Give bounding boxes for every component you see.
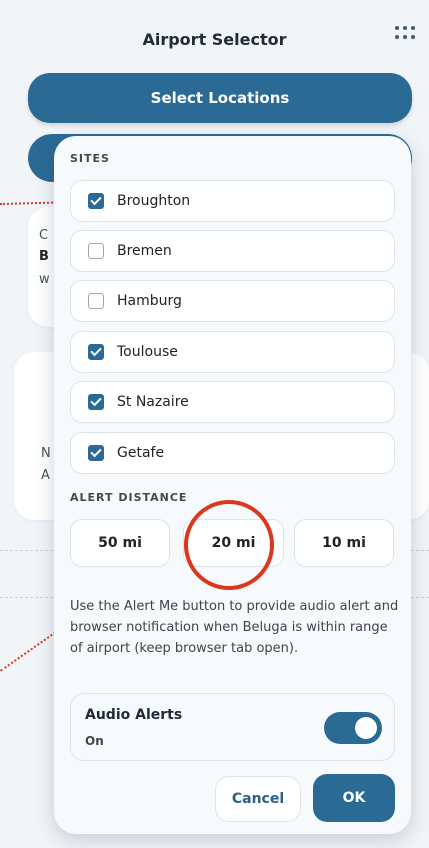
site-label: Hamburg [117, 293, 182, 309]
audio-alerts-title: Audio Alerts [85, 707, 183, 723]
select-locations-button[interactable]: Select Locations [28, 73, 412, 123]
checkbox-checked-icon[interactable] [88, 193, 104, 209]
site-bremen[interactable]: Bremen [70, 230, 395, 272]
distance-option-50mi[interactable]: 50 mi [70, 519, 170, 567]
site-label: Toulouse [117, 344, 178, 360]
audio-alerts-toggle[interactable] [324, 712, 382, 744]
alert-help-text: Use the Alert Me button to provide audio… [70, 599, 399, 656]
peek-text: A [41, 468, 50, 483]
more-options-icon[interactable] [395, 26, 417, 40]
distance-option-10mi[interactable]: 10 mi [294, 519, 394, 567]
site-getafe[interactable]: Getafe [70, 432, 395, 474]
site-label: Getafe [117, 445, 165, 461]
sites-section-label: SITES [70, 152, 110, 165]
checkbox-checked-icon[interactable] [88, 445, 104, 461]
checkbox-unchecked-icon[interactable] [88, 293, 104, 309]
site-broughton[interactable]: Broughton [70, 180, 395, 222]
page-title: Airport Selector [142, 30, 287, 49]
alert-distance-label: ALERT DISTANCE [70, 491, 188, 504]
checkbox-checked-icon[interactable] [88, 394, 104, 410]
highlight-circle-annotation [184, 500, 274, 590]
cancel-button[interactable]: Cancel [215, 776, 301, 822]
site-toulouse[interactable]: Toulouse [70, 331, 395, 373]
peek-text: C [39, 228, 49, 243]
peek-text: B [39, 249, 49, 264]
audio-alerts-setting: Audio Alerts On [70, 693, 395, 761]
checkbox-checked-icon[interactable] [88, 344, 104, 360]
audio-alerts-status: On [85, 734, 104, 748]
checkbox-unchecked-icon[interactable] [88, 243, 104, 259]
peek-text: w [39, 272, 50, 287]
site-label: Broughton [117, 193, 191, 209]
airport-selector-modal: SITES Broughton Bremen Hamburg Toulouse … [54, 136, 411, 834]
toggle-knob [355, 717, 377, 739]
ok-button[interactable]: OK [313, 774, 395, 822]
site-hamburg[interactable]: Hamburg [70, 280, 395, 322]
site-label: Bremen [117, 243, 172, 259]
site-label: St Nazaire [117, 394, 189, 410]
peek-text: N [41, 446, 51, 461]
site-st-nazaire[interactable]: St Nazaire [70, 381, 395, 423]
